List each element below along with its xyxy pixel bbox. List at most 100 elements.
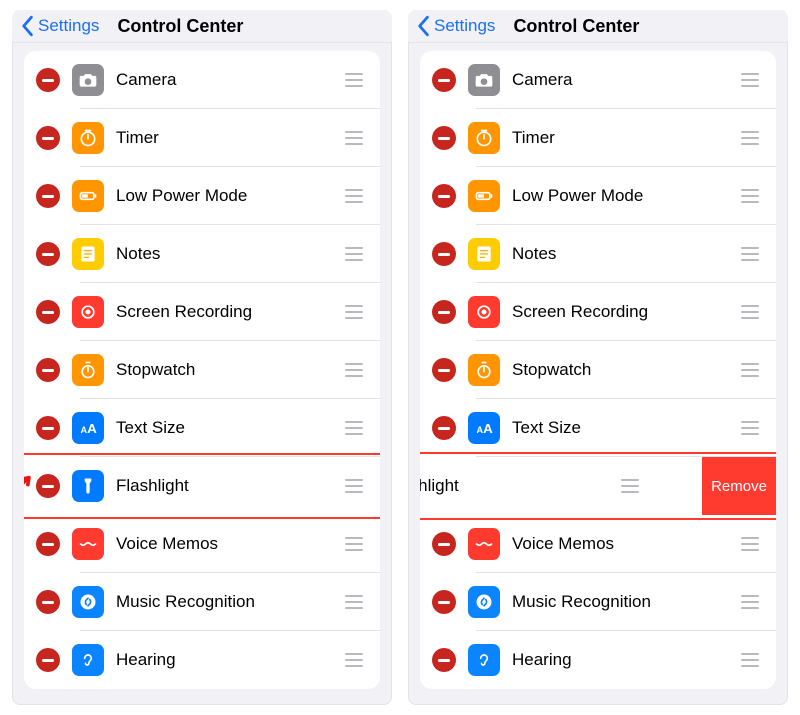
nav-bar: Settings Control Center <box>408 10 788 43</box>
highlighted-row: Flashlight Remove <box>420 457 776 515</box>
page-title: Control Center <box>513 16 639 37</box>
row-label: Text Size <box>116 418 330 438</box>
remove-button[interactable] <box>432 126 456 150</box>
drag-handle[interactable] <box>738 631 776 689</box>
drag-handle[interactable] <box>738 167 776 225</box>
row-label: Music Recognition <box>116 592 330 612</box>
row-label: Low Power Mode <box>116 186 330 206</box>
drag-handle[interactable] <box>342 515 380 573</box>
remove-button[interactable] <box>432 648 456 672</box>
drag-handle[interactable] <box>342 167 380 225</box>
drag-handle[interactable] <box>738 51 776 109</box>
drag-handle[interactable] <box>738 225 776 283</box>
drag-handle[interactable] <box>738 515 776 573</box>
textsize-icon <box>72 412 104 444</box>
control-row[interactable]: Timer <box>420 109 776 167</box>
control-row[interactable]: Stopwatch <box>24 341 380 399</box>
row-label: Voice Memos <box>116 534 330 554</box>
ear-icon <box>72 644 104 676</box>
row-label: Screen Recording <box>512 302 726 322</box>
row-label: Stopwatch <box>116 360 330 380</box>
remove-button[interactable] <box>432 532 456 556</box>
control-row[interactable]: Voice Memos <box>24 515 380 573</box>
control-row[interactable]: Timer <box>24 109 380 167</box>
drag-handle[interactable] <box>342 341 380 399</box>
timer-icon <box>468 122 500 154</box>
voice-icon <box>72 528 104 560</box>
drag-handle[interactable] <box>342 225 380 283</box>
control-row[interactable]: Low Power Mode <box>420 167 776 225</box>
row-label: Flashlight <box>116 476 330 496</box>
remove-button[interactable] <box>36 474 60 498</box>
control-row[interactable]: Music Recognition <box>24 573 380 631</box>
battery-icon <box>468 180 500 212</box>
ear-icon <box>468 644 500 676</box>
control-row[interactable]: Hearing <box>420 631 776 689</box>
timer-icon <box>72 122 104 154</box>
drag-handle[interactable] <box>738 283 776 341</box>
remove-button[interactable] <box>432 242 456 266</box>
row-label: Voice Memos <box>512 534 726 554</box>
row-label: Low Power Mode <box>512 186 726 206</box>
shazam-icon <box>72 586 104 618</box>
drag-handle[interactable] <box>342 399 380 457</box>
remove-button[interactable] <box>432 590 456 614</box>
camera-icon <box>72 64 104 96</box>
swipe-remove-button[interactable]: Remove <box>702 457 776 515</box>
back-button[interactable]: Settings <box>412 15 495 37</box>
control-row-swiped[interactable]: Flashlight Remove <box>420 457 776 515</box>
row-label: Stopwatch <box>512 360 726 380</box>
record-icon <box>72 296 104 328</box>
drag-handle[interactable] <box>738 341 776 399</box>
control-row[interactable]: Voice Memos <box>420 515 776 573</box>
row-label: Timer <box>116 128 330 148</box>
remove-button[interactable] <box>432 416 456 440</box>
drag-handle[interactable] <box>342 573 380 631</box>
remove-button[interactable] <box>36 300 60 324</box>
drag-handle[interactable] <box>342 51 380 109</box>
remove-button[interactable] <box>36 590 60 614</box>
control-row[interactable]: Screen Recording <box>24 283 380 341</box>
shazam-icon <box>468 586 500 618</box>
control-row[interactable]: Flashlight <box>24 457 380 515</box>
back-button[interactable]: Settings <box>16 15 99 37</box>
row-label: Hearing <box>116 650 330 670</box>
drag-handle[interactable] <box>738 573 776 631</box>
remove-button[interactable] <box>36 68 60 92</box>
control-row[interactable]: Text Size <box>24 399 380 457</box>
control-row[interactable]: Hearing <box>24 631 380 689</box>
control-row[interactable]: Text Size <box>420 399 776 457</box>
notes-icon <box>468 238 500 270</box>
control-row[interactable]: Low Power Mode <box>24 167 380 225</box>
drag-handle[interactable] <box>342 283 380 341</box>
drag-handle[interactable] <box>342 457 380 515</box>
control-row[interactable]: Notes <box>420 225 776 283</box>
remove-button[interactable] <box>36 648 60 672</box>
voice-icon <box>468 528 500 560</box>
drag-handle[interactable] <box>738 109 776 167</box>
back-label: Settings <box>434 16 495 36</box>
row-label: Flashlight <box>420 476 606 496</box>
drag-handle[interactable] <box>618 457 656 515</box>
remove-button[interactable] <box>36 242 60 266</box>
remove-button[interactable] <box>432 358 456 382</box>
drag-handle[interactable] <box>342 109 380 167</box>
battery-icon <box>72 180 104 212</box>
remove-button[interactable] <box>36 532 60 556</box>
drag-handle[interactable] <box>738 399 776 457</box>
remove-button[interactable] <box>36 184 60 208</box>
control-row[interactable]: Music Recognition <box>420 573 776 631</box>
remove-button[interactable] <box>36 358 60 382</box>
drag-handle[interactable] <box>342 631 380 689</box>
remove-button[interactable] <box>432 68 456 92</box>
remove-button[interactable] <box>432 300 456 324</box>
control-row[interactable]: Camera <box>24 51 380 109</box>
controls-list: Camera Timer Low Power Mode Notes Screen… <box>408 43 788 705</box>
control-row[interactable]: Camera <box>420 51 776 109</box>
remove-button[interactable] <box>432 184 456 208</box>
control-row[interactable]: Stopwatch <box>420 341 776 399</box>
remove-button[interactable] <box>36 126 60 150</box>
remove-button[interactable] <box>36 416 60 440</box>
control-row[interactable]: Screen Recording <box>420 283 776 341</box>
control-row[interactable]: Notes <box>24 225 380 283</box>
